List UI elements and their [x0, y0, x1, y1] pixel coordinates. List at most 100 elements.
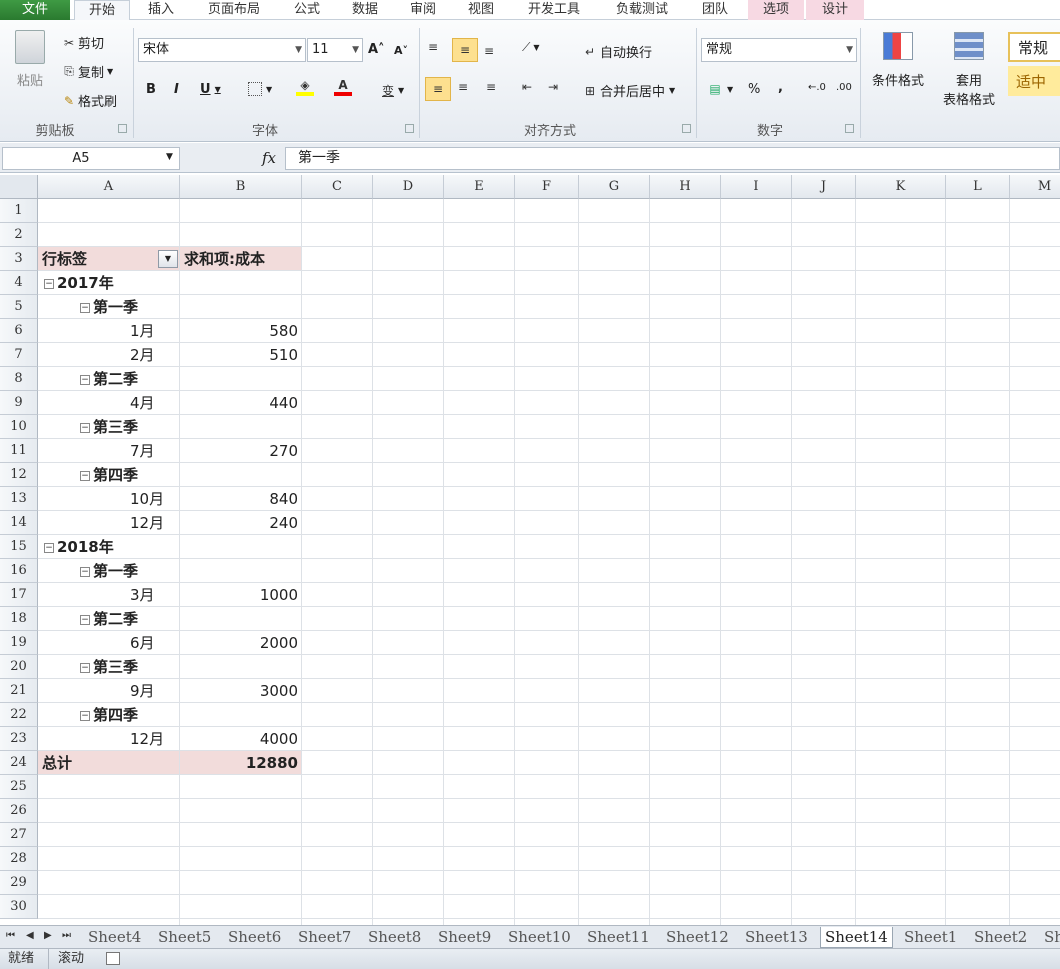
- paste-button[interactable]: 粘贴: [10, 30, 50, 89]
- quarter-4-2017[interactable]: − 第四季: [80, 463, 138, 487]
- row-header-28[interactable]: 28: [0, 847, 38, 871]
- phonetic-button[interactable]: 变 ▼: [382, 82, 404, 99]
- collapse-icon[interactable]: −: [80, 710, 90, 721]
- style-neutral-button[interactable]: 适中: [1008, 66, 1060, 96]
- format-painter-button[interactable]: ✎ 格式刷: [60, 91, 117, 111]
- alignment-launcher-icon[interactable]: [682, 124, 691, 133]
- row-header-3[interactable]: 3: [0, 247, 38, 271]
- column-header-H[interactable]: H: [650, 175, 721, 199]
- align-bottom-button[interactable]: ≡: [484, 44, 494, 58]
- sheet-tab-sheet7[interactable]: Sheet7: [294, 927, 355, 948]
- row-header-1[interactable]: 1: [0, 199, 38, 223]
- collapse-icon[interactable]: −: [80, 470, 90, 481]
- align-middle-button[interactable]: ≡: [452, 38, 478, 62]
- decrease-decimal-button[interactable]: .00: [836, 82, 852, 93]
- increase-decimal-button[interactable]: ←.0: [808, 82, 826, 93]
- align-left-button[interactable]: ≡: [425, 77, 451, 101]
- number-launcher-icon[interactable]: [845, 124, 854, 133]
- sheet-tab-sheet4[interactable]: Sheet4: [84, 927, 145, 948]
- collapse-icon[interactable]: −: [80, 374, 90, 385]
- row-header-17[interactable]: 17: [0, 583, 38, 607]
- row-header-7[interactable]: 7: [0, 343, 38, 367]
- sheet-tab-sheet8[interactable]: Sheet8: [364, 927, 425, 948]
- row-header-18[interactable]: 18: [0, 607, 38, 631]
- row-header-13[interactable]: 13: [0, 487, 38, 511]
- tab-review[interactable]: 审阅: [398, 0, 448, 20]
- row-header-14[interactable]: 14: [0, 511, 38, 535]
- wrap-text-button[interactable]: ↵ 自动换行: [580, 42, 652, 62]
- decrease-indent-button[interactable]: ⇤: [522, 80, 532, 94]
- tab-formulas[interactable]: 公式: [282, 0, 332, 20]
- row-header-19[interactable]: 19: [0, 631, 38, 655]
- clipboard-launcher-icon[interactable]: [118, 124, 127, 133]
- row-header-5[interactable]: 5: [0, 295, 38, 319]
- percent-button[interactable]: %: [748, 82, 760, 97]
- copy-button[interactable]: ⎘ 复制 ▼: [60, 62, 113, 81]
- italic-button[interactable]: I: [174, 82, 179, 97]
- name-box[interactable]: A5: [2, 147, 180, 170]
- tab-pivot-options[interactable]: 选项: [748, 0, 804, 20]
- select-all-corner[interactable]: [0, 175, 38, 199]
- row-header-21[interactable]: 21: [0, 679, 38, 703]
- row-header-23[interactable]: 23: [0, 727, 38, 751]
- quarter-3-2017[interactable]: − 第三季: [80, 415, 138, 439]
- align-center-button[interactable]: ≡: [458, 80, 468, 94]
- tab-load-test[interactable]: 负载测试: [604, 0, 680, 20]
- sheet-tab-sheet9[interactable]: Sheet9: [434, 927, 495, 948]
- tab-view[interactable]: 视图: [456, 0, 506, 20]
- tab-file[interactable]: 文件: [0, 0, 70, 20]
- column-header-K[interactable]: K: [856, 175, 946, 199]
- year-2017[interactable]: −2017年: [44, 271, 114, 295]
- increase-indent-button[interactable]: ⇥: [548, 80, 558, 94]
- row-header-8[interactable]: 8: [0, 367, 38, 391]
- tab-insert[interactable]: 插入: [136, 0, 186, 20]
- collapse-icon[interactable]: −: [80, 662, 90, 673]
- quarter-2-2017[interactable]: − 第二季: [80, 367, 138, 391]
- row-header-4[interactable]: 4: [0, 271, 38, 295]
- column-header-J[interactable]: J: [792, 175, 856, 199]
- sheet-tab-sh[interactable]: Sh: [1040, 927, 1060, 948]
- borders-button[interactable]: ▼: [248, 82, 272, 96]
- formula-input[interactable]: 第一季: [285, 147, 1060, 170]
- column-header-I[interactable]: I: [721, 175, 792, 199]
- column-header-F[interactable]: F: [515, 175, 579, 199]
- quarter-2-2018[interactable]: − 第二季: [80, 607, 138, 631]
- column-header-A[interactable]: A: [38, 175, 180, 199]
- style-normal-button[interactable]: 常规: [1008, 32, 1060, 62]
- column-header-E[interactable]: E: [444, 175, 515, 199]
- sheet-tab-sheet14[interactable]: Sheet14: [820, 927, 893, 948]
- sheet-tab-sheet10[interactable]: Sheet10: [504, 927, 575, 948]
- conditional-format-button[interactable]: 条件格式: [866, 32, 930, 89]
- collapse-icon[interactable]: −: [80, 302, 90, 313]
- column-header-G[interactable]: G: [579, 175, 650, 199]
- tab-team[interactable]: 团队: [690, 0, 740, 20]
- tab-data[interactable]: 数据: [340, 0, 390, 20]
- font-size-select[interactable]: 11 ▼: [307, 38, 363, 62]
- sheet-tab-sheet1[interactable]: Sheet1: [900, 927, 961, 948]
- collapse-icon[interactable]: −: [80, 422, 90, 433]
- first-sheet-icon[interactable]: ⏮: [6, 930, 15, 941]
- number-format-select[interactable]: 常规 ▼: [701, 38, 857, 62]
- row-header-29[interactable]: 29: [0, 871, 38, 895]
- column-header-M[interactable]: M: [1010, 175, 1060, 199]
- last-sheet-icon[interactable]: ⏭: [62, 930, 71, 941]
- tab-developer[interactable]: 开发工具: [516, 0, 592, 20]
- sheet-tab-sheet6[interactable]: Sheet6: [224, 927, 285, 948]
- row-header-12[interactable]: 12: [0, 463, 38, 487]
- underline-button[interactable]: U ▼: [200, 82, 221, 97]
- bold-button[interactable]: B: [146, 82, 156, 97]
- quarter-3-2018[interactable]: − 第三季: [80, 655, 138, 679]
- spreadsheet-grid[interactable]: A B C D E F G H I J K L M 1 2 3 4 5 6 7 8 9 10 11 12 13 14 15 16 17 18…: [0, 175, 1060, 925]
- collapse-icon[interactable]: −: [44, 278, 54, 289]
- row-header-25[interactable]: 25: [0, 775, 38, 799]
- sheet-tab-sheet5[interactable]: Sheet5: [154, 927, 215, 948]
- collapse-icon[interactable]: −: [80, 614, 90, 625]
- macro-record-icon[interactable]: [106, 952, 120, 965]
- next-sheet-icon[interactable]: ▶: [44, 930, 52, 941]
- row-header-20[interactable]: 20: [0, 655, 38, 679]
- column-header-C[interactable]: C: [302, 175, 373, 199]
- row-header-30[interactable]: 30: [0, 895, 38, 919]
- row-header-2[interactable]: 2: [0, 223, 38, 247]
- function-icon[interactable]: fx: [262, 149, 276, 167]
- prev-sheet-icon[interactable]: ◀: [26, 930, 34, 941]
